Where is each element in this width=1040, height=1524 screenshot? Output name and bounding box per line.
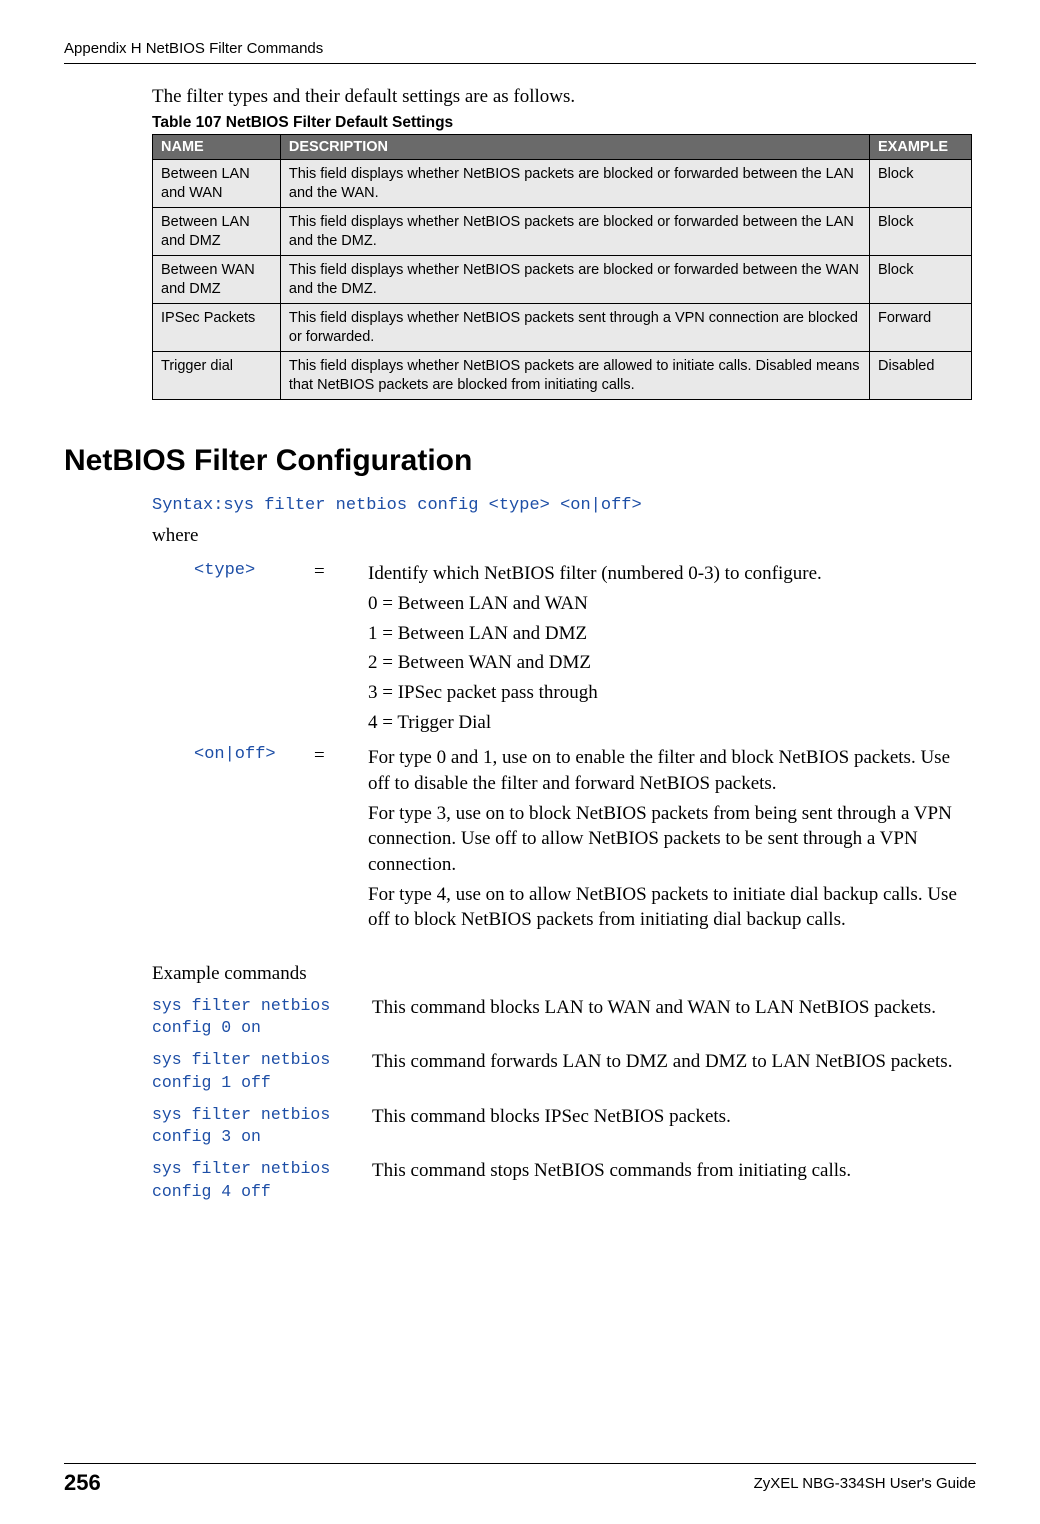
table-caption: Table 107 NetBIOS Filter Default Setting… <box>152 114 976 132</box>
param-type-line0: Identify which NetBIOS filter (numbered … <box>368 561 968 587</box>
table-row: Between WAN and DMZ This field displays … <box>153 256 972 304</box>
example-row: sys filter netbios config 1 off This com… <box>152 1049 976 1094</box>
cell-example: Disabled <box>870 352 972 400</box>
cell-description: This field displays whether NetBIOS pack… <box>280 208 869 256</box>
param-type-row: <type> = Identify which NetBIOS filter (… <box>194 561 976 587</box>
table-row: IPSec Packets This field displays whethe… <box>153 304 972 352</box>
table-row: Trigger dial This field displays whether… <box>153 352 972 400</box>
cell-name: Trigger dial <box>153 352 281 400</box>
cell-name: Between LAN and DMZ <box>153 208 281 256</box>
example-desc: This command blocks LAN to WAN and WAN t… <box>372 995 972 1040</box>
param-onoff-p1: For type 0 and 1, use on to enable the f… <box>368 745 968 796</box>
cell-name: IPSec Packets <box>153 304 281 352</box>
example-desc: This command blocks IPSec NetBIOS packet… <box>372 1104 972 1149</box>
param-eq: = <box>314 745 368 796</box>
param-onoff-key: <on|off> <box>194 745 314 796</box>
cell-description: This field displays whether NetBIOS pack… <box>280 256 869 304</box>
syntax-line: Syntax:sys filter netbios config <type> … <box>152 496 976 515</box>
footer-rule <box>64 1463 976 1464</box>
cell-description: This field displays whether NetBIOS pack… <box>280 160 869 208</box>
param-eq: = <box>314 561 368 587</box>
param-type-sub: 2 = Between WAN and DMZ <box>194 650 976 676</box>
cell-example: Block <box>870 256 972 304</box>
param-type-sub: 3 = IPSec packet pass through <box>194 680 976 706</box>
cell-description: This field displays whether NetBIOS pack… <box>280 304 869 352</box>
param-onoff-sub: For type 4, use on to allow NetBIOS pack… <box>194 882 976 933</box>
param-type-line5: 4 = Trigger Dial <box>368 710 968 736</box>
th-example: EXAMPLE <box>870 135 972 160</box>
param-onoff-row: <on|off> = For type 0 and 1, use on to e… <box>194 745 976 796</box>
example-desc: This command forwards LAN to DMZ and DMZ… <box>372 1049 972 1094</box>
filter-defaults-table: NAME DESCRIPTION EXAMPLE Between LAN and… <box>152 134 972 400</box>
param-type-sub: 0 = Between LAN and WAN <box>194 591 976 617</box>
table-row: Between LAN and WAN This field displays … <box>153 160 972 208</box>
param-onoff-p3: For type 4, use on to allow NetBIOS pack… <box>368 882 968 933</box>
cell-name: Between LAN and WAN <box>153 160 281 208</box>
example-cmd: sys filter netbios config 3 on <box>152 1104 372 1149</box>
table-row: Between LAN and DMZ This field displays … <box>153 208 972 256</box>
section-title: NetBIOS Filter Configuration <box>64 444 976 478</box>
cell-name: Between WAN and DMZ <box>153 256 281 304</box>
table-header-row: NAME DESCRIPTION EXAMPLE <box>153 135 972 160</box>
param-type-line4: 3 = IPSec packet pass through <box>368 680 968 706</box>
example-desc: This command stops NetBIOS commands from… <box>372 1158 972 1203</box>
example-row: sys filter netbios config 0 on This comm… <box>152 995 976 1040</box>
examples-heading: Example commands <box>152 963 976 985</box>
example-cmd: sys filter netbios config 0 on <box>152 995 372 1040</box>
where-label: where <box>152 525 976 547</box>
guide-title: ZyXEL NBG-334SH User's Guide <box>754 1475 976 1492</box>
running-head: Appendix H NetBIOS Filter Commands <box>64 40 976 57</box>
th-name: NAME <box>153 135 281 160</box>
page-number: 256 <box>64 1470 101 1496</box>
param-type-sub: 4 = Trigger Dial <box>194 710 976 736</box>
param-type-line2: 1 = Between LAN and DMZ <box>368 621 968 647</box>
th-description: DESCRIPTION <box>280 135 869 160</box>
page-footer: 256 ZyXEL NBG-334SH User's Guide <box>64 1463 976 1496</box>
example-row: sys filter netbios config 4 off This com… <box>152 1158 976 1203</box>
param-type-sub: 1 = Between LAN and DMZ <box>194 621 976 647</box>
example-cmd: sys filter netbios config 4 off <box>152 1158 372 1203</box>
param-type-line3: 2 = Between WAN and DMZ <box>368 650 968 676</box>
param-type-key: <type> <box>194 561 314 587</box>
header-rule <box>64 63 976 64</box>
cell-description: This field displays whether NetBIOS pack… <box>280 352 869 400</box>
example-row: sys filter netbios config 3 on This comm… <box>152 1104 976 1149</box>
cell-example: Block <box>870 208 972 256</box>
param-type-line1: 0 = Between LAN and WAN <box>368 591 968 617</box>
param-onoff-p2: For type 3, use on to block NetBIOS pack… <box>368 801 968 878</box>
param-onoff-sub: For type 3, use on to block NetBIOS pack… <box>194 801 976 878</box>
example-cmd: sys filter netbios config 1 off <box>152 1049 372 1094</box>
cell-example: Forward <box>870 304 972 352</box>
cell-example: Block <box>870 160 972 208</box>
intro-text: The filter types and their default setti… <box>152 86 976 108</box>
